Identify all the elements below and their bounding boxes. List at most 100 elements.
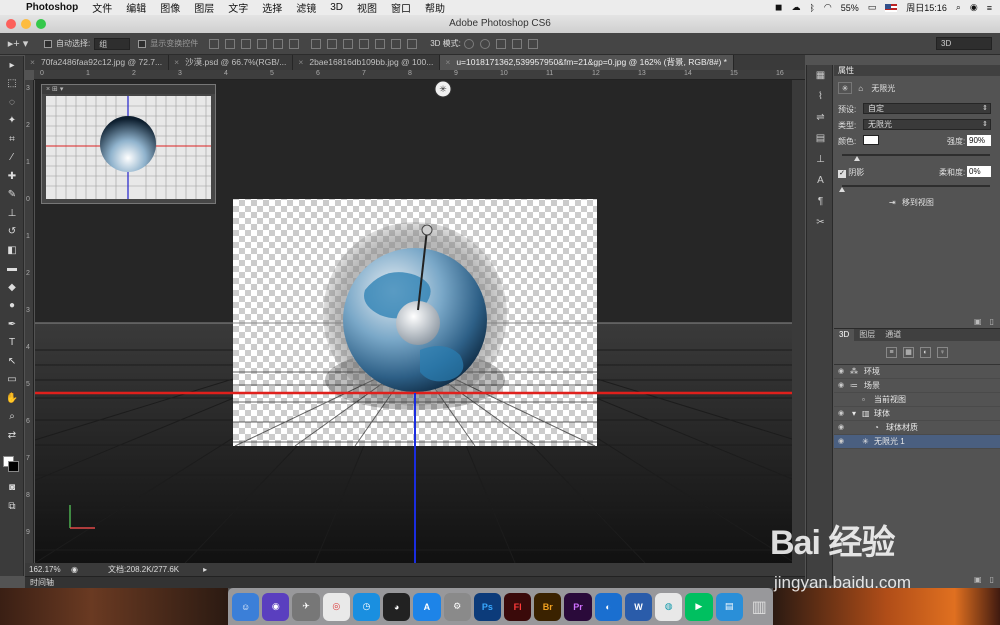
wifi-icon[interactable]: ◠ (824, 2, 832, 13)
styles-panel-icon[interactable]: ▤ (807, 128, 834, 149)
menu-window[interactable]: 窗口 (391, 0, 411, 15)
eye-icon[interactable]: ◉ (838, 407, 844, 421)
tools-preset-icon[interactable]: ✂ (807, 212, 834, 233)
battery-text[interactable]: 55% (841, 3, 859, 13)
menu-select[interactable]: 选择 (262, 0, 282, 15)
brush-tool-icon[interactable]: ✎ (0, 186, 24, 205)
quick-mask-icon[interactable]: ◙ (0, 478, 24, 497)
flash-icon[interactable]: Fl (503, 592, 532, 621)
path-select-tool-icon[interactable]: ↖ (0, 352, 24, 371)
menu-file[interactable]: 文件 (92, 0, 112, 15)
folder-icon[interactable]: ▤ (715, 592, 743, 621)
secondary-view-header[interactable]: × ⊞ ▾ (42, 85, 215, 94)
new-layer-icon[interactable]: ▣ (974, 317, 982, 326)
stamp-tool-icon[interactable]: ⊥ (0, 204, 24, 223)
document-tab[interactable]: 沙漠.psd @ 66.7%(RGB/... (169, 55, 294, 70)
3d-row-sphere[interactable]: ◉ ▾ ▥ 球体 (834, 407, 1000, 421)
scale-3d-icon[interactable] (527, 38, 538, 49)
trash-icon[interactable]: ▥ (746, 593, 773, 621)
launchpad-icon[interactable]: ✈ (292, 592, 320, 621)
show-transform-checkbox[interactable] (138, 39, 147, 48)
3d-row-current-view[interactable]: ▫ 当前视图 (834, 393, 1000, 407)
tab-3d[interactable]: 3D (834, 329, 855, 341)
filter-light-icon[interactable]: ♀ (937, 347, 948, 358)
menu-app-name[interactable]: Photoshop (26, 2, 78, 13)
auto-align-icon[interactable] (407, 38, 418, 49)
eraser-tool-icon[interactable]: ◧ (0, 241, 24, 260)
blur-tool-icon[interactable]: ◆ (0, 278, 24, 297)
safari-icon[interactable]: ◷ (352, 592, 381, 621)
light-handle-knob[interactable] (421, 224, 433, 236)
document-tab[interactable]: 70fa2486faa92c12.jpg @ 72.7... (25, 55, 170, 70)
clock[interactable]: 周日15:16 (906, 1, 947, 14)
auto-select-dropdown[interactable]: 组 (94, 37, 131, 50)
properties-title[interactable]: 属性 (834, 65, 1000, 76)
iqiyi-icon[interactable]: ◍ (655, 592, 683, 621)
3d-row-sphere-material[interactable]: ◉ ◔ 球体材质 (834, 421, 1000, 435)
type-tool-icon[interactable]: T (0, 334, 24, 353)
adjust-panel-icon[interactable]: ⇌ (807, 107, 834, 128)
distribute-top-icon[interactable] (311, 38, 322, 49)
eyedropper-tool-icon[interactable]: ⁄ (0, 149, 24, 168)
bridge-icon[interactable]: Br (534, 592, 562, 621)
softness-value[interactable]: 0% (967, 166, 991, 177)
menu-type[interactable]: 文字 (228, 0, 248, 15)
filter-material-icon[interactable]: ◐ (920, 347, 931, 358)
hand-tool-icon[interactable]: ✋ (0, 389, 24, 408)
menu-3d[interactable]: 3D (330, 2, 343, 13)
shadow-checkbox[interactable]: ✓ (838, 170, 846, 178)
align-left-icon[interactable] (257, 38, 268, 49)
align-hcenter-icon[interactable] (273, 38, 284, 49)
expand-arrow-icon[interactable]: ▾ (852, 407, 856, 421)
align-bottom-icon[interactable] (241, 38, 252, 49)
preset-dropdown[interactable]: 自定 (863, 103, 991, 114)
screen-mode-icon[interactable]: ⧉ (0, 497, 24, 516)
histogram-panel-icon[interactable]: ▦ (807, 65, 834, 86)
3d-row-infinite-light[interactable]: ◉ ✳ 无限光 1 (834, 435, 1000, 449)
system-preferences-icon[interactable]: ⚙ (443, 592, 471, 621)
slider-knob[interactable] (839, 187, 845, 192)
delete-icon[interactable]: ▯ (990, 575, 994, 584)
light-settings-icon[interactable]: ⌂ (858, 84, 863, 93)
auto-select-checkbox[interactable] (44, 39, 52, 48)
gradient-tool-icon[interactable]: ▬ (0, 260, 24, 279)
distribute-left-icon[interactable] (359, 38, 370, 49)
marquee-tool-icon[interactable]: ⬚ (0, 75, 24, 94)
distribute-bottom-icon[interactable] (343, 38, 354, 49)
crop-tool-icon[interactable]: ⌗ (0, 130, 24, 149)
light-icon[interactable]: ✳ (838, 82, 852, 94)
pen-tool-icon[interactable]: ✒ (0, 315, 24, 334)
browser-icon[interactable]: ◐ (594, 592, 622, 621)
lasso-tool-icon[interactable]: ◌ (0, 93, 24, 112)
align-top-icon[interactable] (209, 38, 220, 49)
character-panel-icon[interactable]: A (807, 170, 834, 191)
menu-filter[interactable]: 滤镜 (296, 0, 316, 15)
intensity-value[interactable]: 90% (967, 135, 991, 146)
rotate-3d-icon[interactable] (463, 38, 474, 49)
eye-icon[interactable]: ◉ (838, 379, 844, 393)
zoom-tool-icon[interactable]: ⌕ (0, 408, 24, 427)
siri-icon[interactable]: ◉ (970, 2, 978, 13)
slider-knob[interactable] (853, 156, 860, 161)
intensity-slider[interactable] (842, 154, 990, 161)
menu-image[interactable]: 图像 (160, 0, 180, 15)
document-tab-active[interactable]: u=1018171362,539957950&fm=21&gp=0.jpg @ … (440, 55, 734, 70)
softness-slider[interactable] (839, 185, 990, 192)
cloud-icon[interactable]: ☁ (792, 2, 801, 13)
eye-icon[interactable]: ◉ (838, 421, 844, 435)
eye-icon[interactable]: ◉ (838, 365, 844, 379)
eye-icon[interactable]: ◉ (838, 435, 844, 449)
healing-tool-icon[interactable]: ✚ (0, 167, 24, 186)
3d-row-environment[interactable]: ◉ ⁂ 环境 (834, 365, 1000, 379)
tab-channels[interactable]: 通道 (880, 329, 906, 341)
document-tab[interactable]: 2bae16816db109bb.jpg @ 100... (293, 55, 441, 70)
iqiyi-video-icon[interactable]: ▶ (685, 592, 713, 621)
pan-3d-icon[interactable] (495, 38, 506, 49)
zoom-window-button[interactable] (36, 19, 46, 29)
word-icon[interactable]: W (624, 592, 653, 621)
siri-icon[interactable]: ◉ (262, 592, 290, 621)
3d-row-scene[interactable]: ◉ ≔ 场景 (834, 379, 1000, 393)
status-arrow-icon[interactable]: ▸ (203, 565, 207, 574)
zoom-level[interactable]: 162.17% (25, 565, 65, 574)
distribute-hcenter-icon[interactable] (375, 38, 386, 49)
